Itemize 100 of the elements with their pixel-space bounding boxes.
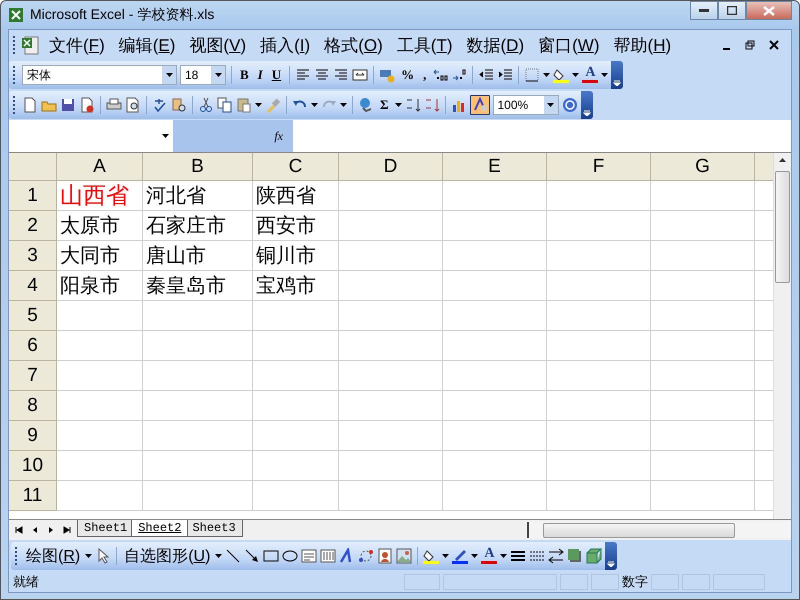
currency-icon[interactable] bbox=[379, 67, 396, 83]
row-header[interactable]: 9 bbox=[9, 421, 57, 451]
close-icon[interactable] bbox=[769, 40, 779, 50]
caret-icon[interactable] bbox=[442, 554, 450, 558]
print-preview-icon[interactable] bbox=[125, 97, 141, 113]
row-header[interactable]: 11 bbox=[9, 481, 57, 511]
autoshapes-button[interactable]: 自选图形(U) bbox=[122, 546, 212, 566]
fill-color-icon[interactable] bbox=[553, 67, 570, 83]
restore-icon[interactable] bbox=[745, 40, 755, 50]
row-header[interactable]: 3 bbox=[9, 241, 57, 271]
arrow-style-icon[interactable] bbox=[548, 548, 564, 564]
save-icon[interactable] bbox=[60, 97, 76, 113]
sort-ascending-icon[interactable] bbox=[404, 97, 420, 113]
close-button[interactable] bbox=[746, 1, 792, 20]
draw-menu-button[interactable]: 绘图(R) bbox=[24, 546, 82, 566]
menu-item[interactable]: 文件(F) bbox=[43, 32, 111, 58]
maximize-button[interactable] bbox=[718, 1, 746, 20]
caret-icon[interactable] bbox=[166, 73, 172, 77]
horizontal-scrollbar[interactable] bbox=[527, 522, 791, 538]
column-header[interactable]: A bbox=[57, 153, 143, 181]
minimize-button[interactable] bbox=[690, 1, 718, 20]
row-header[interactable]: 1 bbox=[9, 181, 57, 211]
caret-icon[interactable] bbox=[394, 103, 402, 107]
oval-icon[interactable] bbox=[282, 548, 298, 564]
excel-icon[interactable] bbox=[8, 7, 24, 23]
column-header[interactable]: C bbox=[253, 153, 339, 181]
insert-picture-icon[interactable] bbox=[396, 548, 412, 564]
diagram-icon[interactable] bbox=[358, 548, 374, 564]
cut-icon[interactable] bbox=[198, 97, 214, 113]
font-size-field[interactable]: 18 bbox=[180, 65, 226, 85]
caret-icon[interactable] bbox=[85, 554, 92, 558]
sheet-tab[interactable]: Sheet2 bbox=[131, 520, 188, 537]
decrease-decimal-icon[interactable] bbox=[451, 67, 468, 83]
arrow-icon[interactable] bbox=[244, 548, 260, 564]
sheet-tab[interactable]: Sheet3 bbox=[185, 520, 243, 537]
row-header[interactable]: 2 bbox=[9, 211, 57, 241]
autosum-button[interactable]: Σ bbox=[377, 97, 392, 113]
row-header[interactable]: 8 bbox=[9, 391, 57, 421]
menu-item[interactable]: 工具(T) bbox=[390, 32, 458, 58]
menu-item[interactable]: 格式(O) bbox=[318, 32, 389, 58]
row-header[interactable]: 10 bbox=[9, 451, 57, 481]
merge-center-icon[interactable] bbox=[352, 67, 368, 83]
menu-item[interactable]: 插入(I) bbox=[254, 32, 316, 58]
caret-icon[interactable] bbox=[162, 134, 169, 138]
zoom-field[interactable]: 100% bbox=[492, 95, 558, 115]
research-icon[interactable] bbox=[171, 97, 187, 113]
column-header[interactable]: D bbox=[339, 153, 443, 181]
menu-item[interactable]: 窗口(W) bbox=[532, 32, 606, 58]
text-box-icon[interactable] bbox=[301, 548, 318, 564]
caret-icon[interactable] bbox=[214, 73, 222, 77]
caret-icon[interactable] bbox=[547, 103, 554, 107]
insert-function-button[interactable]: fx bbox=[274, 128, 283, 144]
toolbar-options-icon[interactable] bbox=[607, 561, 616, 567]
caret-icon[interactable] bbox=[311, 103, 318, 107]
shadow-icon[interactable] bbox=[567, 548, 584, 564]
first-sheet-icon[interactable] bbox=[15, 526, 23, 534]
sort-descending-icon[interactable] bbox=[424, 97, 440, 113]
row-header[interactable]: 6 bbox=[9, 331, 57, 361]
caret-icon[interactable] bbox=[572, 73, 580, 77]
new-document-icon[interactable] bbox=[22, 97, 38, 113]
3d-style-icon[interactable] bbox=[586, 548, 602, 564]
caret-icon[interactable] bbox=[601, 73, 608, 77]
spelling-icon[interactable] bbox=[152, 97, 168, 113]
underline-button[interactable]: U bbox=[268, 67, 284, 83]
previous-sheet-icon[interactable] bbox=[31, 526, 39, 534]
toolbar-options-icon[interactable] bbox=[613, 80, 622, 86]
line-color-icon[interactable] bbox=[452, 548, 468, 564]
menu-item[interactable]: 数据(D) bbox=[460, 32, 530, 58]
vertical-text-box-icon[interactable] bbox=[320, 548, 336, 564]
paste-icon[interactable] bbox=[236, 97, 252, 113]
italic-button[interactable]: I bbox=[254, 67, 266, 83]
last-sheet-icon[interactable] bbox=[63, 526, 71, 534]
row-header[interactable]: 7 bbox=[9, 361, 57, 391]
column-header[interactable]: B bbox=[143, 153, 253, 181]
workbook-icon[interactable] bbox=[21, 35, 41, 55]
hyperlink-icon[interactable] bbox=[358, 97, 374, 113]
fill-color-icon[interactable] bbox=[423, 548, 440, 564]
line-icon[interactable] bbox=[225, 548, 242, 564]
menu-item[interactable]: 编辑(E) bbox=[112, 32, 182, 58]
rectangle-icon[interactable] bbox=[263, 548, 280, 564]
caret-icon[interactable] bbox=[471, 554, 478, 558]
caret-icon[interactable] bbox=[255, 103, 262, 107]
caret-icon[interactable] bbox=[543, 73, 550, 77]
increase-decimal-icon[interactable] bbox=[432, 67, 448, 83]
help-icon[interactable] bbox=[562, 97, 578, 113]
caret-icon[interactable] bbox=[500, 554, 508, 558]
clip-art-icon[interactable] bbox=[377, 548, 394, 564]
copy-icon[interactable] bbox=[217, 97, 233, 113]
column-header[interactable]: E bbox=[443, 153, 547, 181]
menu-item[interactable]: 视图(V) bbox=[183, 32, 252, 58]
caret-icon[interactable] bbox=[215, 554, 222, 558]
bold-button[interactable]: B bbox=[237, 67, 252, 83]
font-color-button[interactable]: A bbox=[481, 548, 498, 564]
column-header[interactable]: G bbox=[651, 153, 755, 181]
menu-item[interactable]: 帮助(H) bbox=[608, 32, 678, 58]
caret-icon[interactable] bbox=[340, 103, 347, 107]
next-sheet-icon[interactable] bbox=[47, 526, 55, 534]
borders-icon[interactable] bbox=[524, 67, 540, 83]
permission-icon[interactable] bbox=[79, 97, 95, 113]
row-header[interactable]: 5 bbox=[9, 301, 57, 331]
